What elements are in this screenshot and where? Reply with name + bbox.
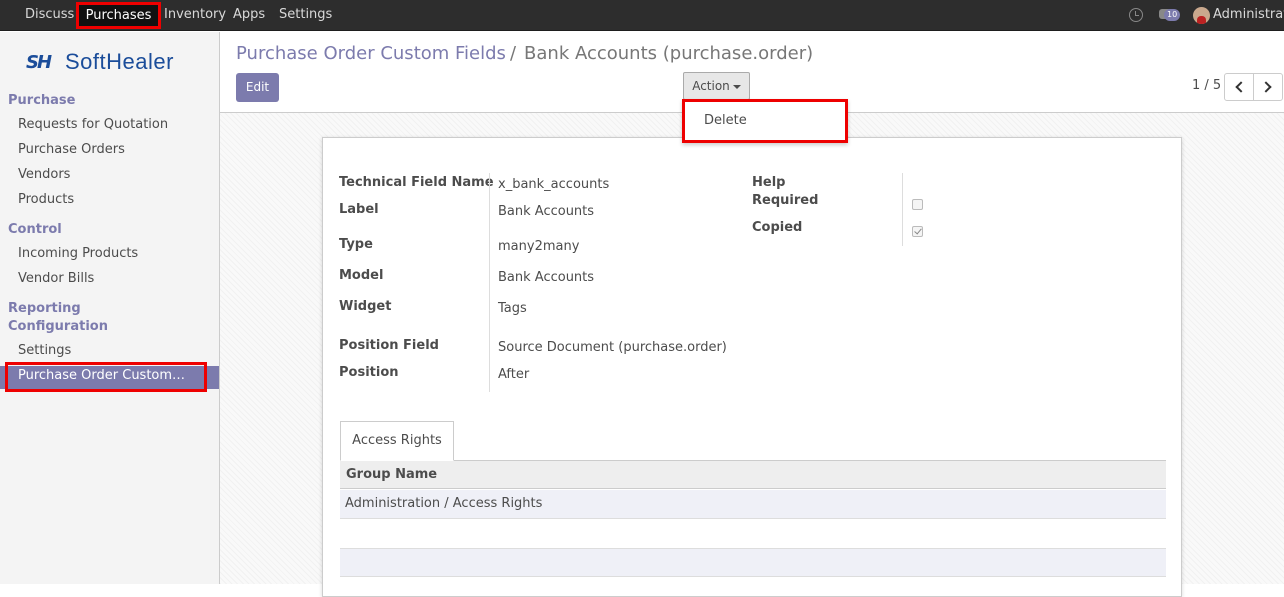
field-label-label: Label <box>339 202 379 217</box>
chevron-right-icon <box>1260 81 1272 93</box>
sidebar-item-settings[interactable]: Settings <box>18 343 71 358</box>
avatar[interactable] <box>1193 7 1210 24</box>
action-button[interactable]: Action <box>683 72 750 100</box>
sidebar-item-rfq[interactable]: Requests for Quotation <box>18 117 168 132</box>
sidebar-item-incoming-products[interactable]: Incoming Products <box>18 246 138 261</box>
field-label-type: Type <box>339 237 373 252</box>
field-value-label[interactable]: Bank Accounts <box>498 204 594 219</box>
field-value-type[interactable]: many2many <box>498 239 579 254</box>
field-label-position-field: Position Field <box>339 338 439 353</box>
form-sheet: Technical Field Name x_bank_accounts Lab… <box>322 137 1182 597</box>
action-dropdown-menu: Delete <box>682 99 848 143</box>
sidebar-section-configuration[interactable]: Configuration <box>8 319 108 334</box>
field-label-widget: Widget <box>339 299 392 314</box>
field-divider <box>489 173 490 392</box>
breadcrumb: Purchase Order Custom Fields / Bank Accoun… <box>236 43 813 64</box>
tab-access-rights[interactable]: Access Rights <box>340 421 454 461</box>
sidebar-item-vendor-bills[interactable]: Vendor Bills <box>18 271 94 286</box>
menu-apps[interactable]: Apps <box>233 7 265 22</box>
table-cell-group-name: Administration / Access Rights <box>345 496 543 511</box>
sidebar-item-products[interactable]: Products <box>18 192 74 207</box>
field-label-required: Required <box>752 193 819 208</box>
table-header: Group Name <box>340 461 1166 489</box>
field-value-technical-name[interactable]: x_bank_accounts <box>498 177 609 192</box>
sidebar: SH SoftHealer Purchase Requests for Quot… <box>0 32 220 584</box>
field-divider-right <box>902 173 903 246</box>
field-label-copied: Copied <box>752 220 803 235</box>
activity-clock-icon[interactable] <box>1129 8 1143 22</box>
menu-purchases[interactable]: Purchases <box>76 2 161 29</box>
chat-count-badge: 10 <box>1164 9 1181 21</box>
table-row[interactable]: Administration / Access Rights <box>340 490 1166 519</box>
column-header-group-name[interactable]: Group Name <box>346 467 437 482</box>
pager-value[interactable]: 1 / 5 <box>1192 78 1221 93</box>
form-view-background: Technical Field Name x_bank_accounts Lab… <box>220 113 1284 597</box>
field-value-position-field[interactable]: Source Document (purchase.order) <box>498 340 727 355</box>
breadcrumb-current: Bank Accounts (purchase.order) <box>524 43 814 64</box>
sidebar-section-purchase[interactable]: Purchase <box>8 93 75 108</box>
field-value-model[interactable]: Bank Accounts <box>498 270 594 285</box>
softhealer-logo: SH SoftHealer <box>25 49 195 75</box>
field-value-position[interactable]: After <box>498 367 529 382</box>
field-label-position: Position <box>339 365 399 380</box>
sidebar-section-reporting[interactable]: Reporting <box>8 301 81 316</box>
field-label-help: Help <box>752 175 786 190</box>
chevron-left-icon <box>1235 81 1247 93</box>
menu-settings[interactable]: Settings <box>279 7 332 22</box>
table-row-empty <box>340 548 1166 577</box>
highlight-box <box>5 362 207 392</box>
breadcrumb-separator: / <box>509 43 517 64</box>
dropdown-item-delete[interactable]: Delete <box>704 113 747 128</box>
sidebar-item-vendors[interactable]: Vendors <box>18 167 70 182</box>
pager-next-button[interactable] <box>1253 73 1283 101</box>
pager-previous-button[interactable] <box>1224 73 1254 101</box>
menu-inventory[interactable]: Inventory <box>164 7 226 22</box>
edit-button[interactable]: Edit <box>236 73 279 102</box>
logo-mark: SH <box>26 52 52 73</box>
copied-checkbox[interactable] <box>912 226 923 237</box>
logo-text: SoftHealer <box>65 49 174 74</box>
user-menu[interactable]: Administrator <box>1213 7 1284 22</box>
field-label-technical-name: Technical Field Name <box>339 175 494 190</box>
sidebar-item-purchase-orders[interactable]: Purchase Orders <box>18 142 125 157</box>
field-value-widget[interactable]: Tags <box>498 301 527 316</box>
top-navbar: Discuss Purchases Inventory Apps Setting… <box>0 0 1284 31</box>
field-label-model: Model <box>339 268 384 283</box>
sidebar-section-control[interactable]: Control <box>8 222 62 237</box>
breadcrumb-parent-link[interactable]: Purchase Order Custom Fields <box>236 43 506 64</box>
menu-discuss[interactable]: Discuss <box>25 7 74 22</box>
required-checkbox[interactable] <box>912 199 923 210</box>
action-button-label: Action <box>692 79 730 93</box>
caret-down-icon <box>732 84 741 89</box>
